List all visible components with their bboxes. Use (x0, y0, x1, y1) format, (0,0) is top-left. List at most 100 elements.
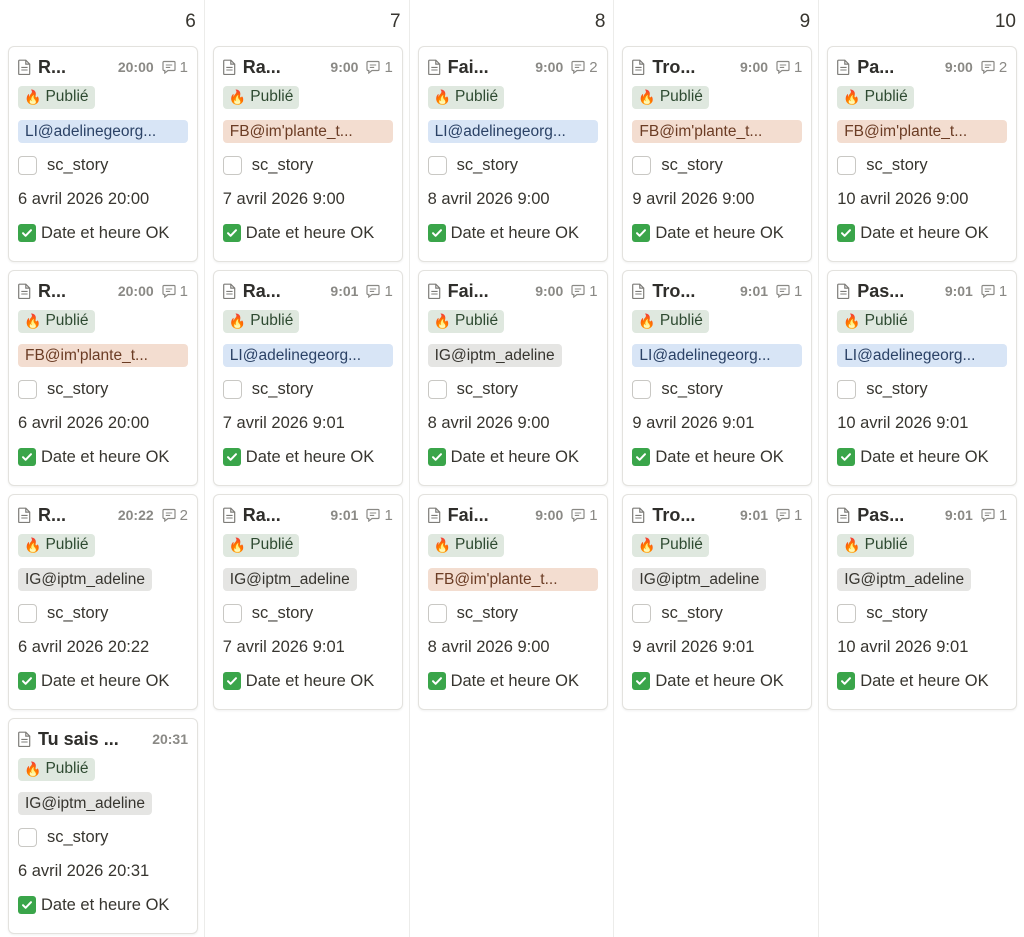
publish-date: 6 avril 2026 20:31 (18, 861, 150, 880)
story-checkbox[interactable] (18, 827, 37, 847)
check-box-icon (837, 672, 856, 690)
status-badge: 🔥 Publié (222, 85, 300, 109)
post-card[interactable]: Pas... 9:01 1 🔥 Publié IG@iptm_adeline s… (827, 494, 1018, 710)
check-box-icon (632, 224, 651, 242)
day-number[interactable]: 9 (622, 0, 812, 46)
comment-count[interactable]: 1 (571, 283, 598, 300)
post-card[interactable]: Tro... 9:01 1 🔥 Publié IG@iptm_adeline s… (622, 494, 813, 710)
comment-count[interactable]: 1 (981, 507, 1007, 524)
ok-row: Date et heure OK (18, 888, 188, 922)
story-checkbox[interactable] (837, 379, 857, 399)
post-card[interactable]: Tu sais ... 20:31 🔥 Publié IG@iptm_adeli… (8, 718, 198, 934)
story-checkbox[interactable] (18, 155, 37, 175)
post-card[interactable]: Fai... 9:00 1 🔥 Publié FB@im'plante_t...… (417, 494, 608, 710)
ok-row: Date et heure OK (18, 440, 188, 474)
status-badge: 🔥 Publié (632, 85, 709, 109)
story-checkbox[interactable] (837, 155, 857, 175)
ok-label: Date et heure OK (860, 447, 989, 466)
story-checkbox[interactable] (427, 379, 447, 399)
ok-label: Date et heure OK (41, 895, 170, 914)
day-number[interactable]: 10 (827, 0, 1018, 46)
story-checkbox[interactable] (427, 155, 447, 175)
status-row: 🔥 Publié (222, 80, 393, 114)
comment-icon (571, 508, 585, 522)
status-row: 🔥 Publié (427, 304, 598, 338)
account-tag: FB@im'plante_t... (632, 119, 803, 143)
post-card[interactable]: R... 20:22 2 🔥 Publié IG@iptm_adeline sc… (8, 494, 198, 710)
comment-count[interactable]: 1 (366, 507, 393, 524)
comment-count[interactable]: 1 (776, 59, 802, 76)
story-checkbox[interactable] (632, 155, 652, 175)
ok-row: Date et heure OK (837, 440, 1007, 474)
post-card[interactable]: R... 20:00 1 🔥 Publié FB@im'plante_t... … (8, 270, 198, 486)
post-card[interactable]: Pa... 9:00 2 🔥 Publié FB@im'plante_t... … (827, 46, 1018, 262)
status-badge: 🔥 Publié (222, 533, 300, 557)
comment-count[interactable]: 1 (162, 283, 188, 300)
check-box-icon (18, 672, 36, 690)
post-card[interactable]: Pas... 9:01 1 🔥 Publié LI@adelinegeorg..… (827, 270, 1018, 486)
comment-count[interactable]: 1 (981, 283, 1007, 300)
post-card[interactable]: Tro... 9:01 1 🔥 Publié LI@adelinegeorg..… (622, 270, 813, 486)
post-card[interactable]: Tro... 9:00 1 🔥 Publié FB@im'plante_t...… (622, 46, 813, 262)
comment-count[interactable]: 1 (366, 59, 393, 76)
story-checkbox[interactable] (18, 603, 37, 623)
ok-label: Date et heure OK (450, 671, 580, 690)
comment-count[interactable]: 1 (162, 59, 188, 76)
fire-icon: 🔥 (24, 536, 42, 553)
account-tag: LI@adelinegeorg... (632, 343, 803, 367)
post-card[interactable]: Fai... 9:00 2 🔥 Publié LI@adelinegeorg..… (417, 46, 608, 262)
ok-label: Date et heure OK (245, 447, 375, 466)
account-row: FB@im'plante_t... (837, 114, 1008, 148)
story-checkbox[interactable] (427, 603, 447, 623)
ok-row: Date et heure OK (222, 664, 393, 698)
comment-count[interactable]: 1 (571, 507, 598, 524)
document-icon (18, 731, 31, 747)
fire-icon: 🔥 (433, 88, 452, 105)
comment-count[interactable]: 1 (366, 283, 393, 300)
post-card[interactable]: R... 20:00 1 🔥 Publié LI@adelinegeorg...… (8, 46, 198, 262)
card-time: 9:00 (740, 59, 769, 75)
story-checkbox[interactable] (18, 379, 37, 399)
post-card[interactable]: Ra... 9:00 1 🔥 Publié FB@im'plante_t... … (212, 46, 403, 262)
post-card[interactable]: Ra... 9:01 1 🔥 Publié LI@adelinegeorg...… (212, 270, 403, 486)
card-time: 20:00 (117, 59, 154, 75)
card-title: Pas... (857, 280, 905, 301)
document-icon (222, 59, 236, 75)
post-card[interactable]: Fai... 9:00 1 🔥 Publié IG@iptm_adeline s… (417, 270, 608, 486)
card-title: Tro... (652, 504, 696, 525)
day-number[interactable]: 6 (8, 0, 198, 46)
post-card[interactable]: Ra... 9:01 1 🔥 Publié IG@iptm_adeline sc… (212, 494, 403, 710)
comment-count[interactable]: 2 (162, 507, 188, 524)
account-tag: LI@adelinegeorg... (837, 343, 1008, 367)
document-icon (632, 507, 645, 523)
card-title: Tro... (652, 280, 696, 301)
story-checkbox[interactable] (222, 603, 242, 623)
checkbox-label: sc_story (456, 379, 519, 398)
story-checkbox[interactable] (222, 379, 242, 399)
status-label: Publié (250, 536, 294, 553)
comment-number: 1 (179, 58, 188, 76)
story-row: sc_story (18, 372, 188, 406)
story-checkbox[interactable] (632, 379, 652, 399)
comment-count[interactable]: 1 (776, 507, 802, 524)
comment-count[interactable]: 1 (776, 283, 802, 300)
check-box-icon (427, 448, 446, 466)
account-tag: FB@im'plante_t... (427, 567, 598, 591)
publish-date: 6 avril 2026 20:00 (18, 189, 150, 208)
comment-icon (571, 60, 585, 74)
date-row: 10 avril 2026 9:01 (837, 630, 1007, 664)
comment-count[interactable]: 2 (571, 59, 598, 76)
account-row: LI@adelinegeorg... (632, 338, 803, 372)
story-checkbox[interactable] (837, 603, 857, 623)
status-label: Publié (864, 88, 908, 105)
ok-row: Date et heure OK (18, 216, 188, 250)
card-header: Tro... 9:01 1 (632, 502, 802, 528)
comment-count[interactable]: 2 (981, 59, 1007, 76)
day-number[interactable]: 7 (213, 0, 403, 46)
story-checkbox[interactable] (222, 155, 242, 175)
comment-number: 1 (998, 282, 1008, 300)
fire-icon: 🔥 (638, 88, 656, 105)
story-checkbox[interactable] (632, 603, 652, 623)
status-label: Publié (864, 312, 908, 329)
day-number[interactable]: 8 (418, 0, 608, 46)
